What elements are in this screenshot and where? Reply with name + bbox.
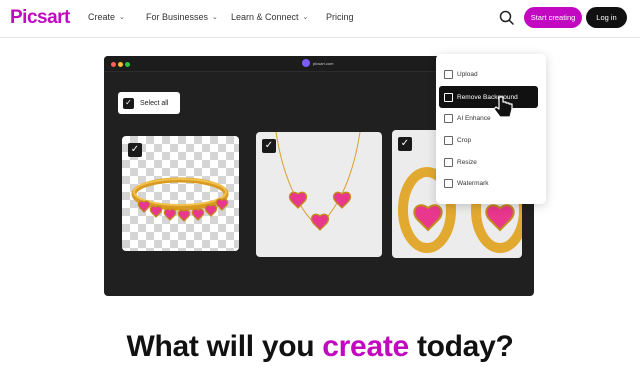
top-nav: Picsart Create ⌄ For Businesses ⌄ Learn … bbox=[0, 0, 640, 38]
chevron-down-icon: ⌄ bbox=[212, 14, 218, 21]
menu-item-ai-enhance[interactable]: AI Enhance bbox=[444, 110, 491, 126]
picsart-mark-icon bbox=[302, 59, 310, 67]
window-title: picsart.com bbox=[302, 59, 333, 67]
checkbox-checked-icon[interactable]: ✓ bbox=[128, 143, 142, 157]
image-card-ring[interactable]: ✓ bbox=[122, 136, 239, 251]
close-dot bbox=[111, 62, 116, 67]
window-title-text: picsart.com bbox=[313, 60, 334, 66]
menu-item-label: Crop bbox=[457, 136, 472, 144]
maximize-dot bbox=[125, 62, 130, 67]
menu-item-label: Resize bbox=[457, 158, 477, 166]
watermark-icon bbox=[444, 178, 453, 188]
headline-prefix: What will you bbox=[126, 330, 323, 363]
crop-icon bbox=[444, 135, 453, 145]
nav-for-businesses[interactable]: For Businesses ⌄ bbox=[146, 12, 218, 22]
nav-create[interactable]: Create ⌄ bbox=[88, 12, 125, 22]
menu-item-label: Watermark bbox=[457, 179, 489, 187]
menu-item-remove-background[interactable]: Remove Background bbox=[439, 86, 538, 108]
menu-item-upload[interactable]: Upload bbox=[444, 66, 478, 82]
upload-icon bbox=[444, 69, 453, 79]
menu-item-label: Upload bbox=[457, 70, 478, 78]
checkbox-checked-icon[interactable]: ✓ bbox=[398, 137, 412, 151]
action-menu: Upload Remove Background AI Enhance Crop… bbox=[436, 54, 546, 204]
nav-learn-connect-label: Learn & Connect bbox=[231, 12, 299, 22]
picsart-logo[interactable]: Picsart bbox=[10, 7, 70, 29]
checkbox-checked-icon: ✓ bbox=[123, 97, 134, 109]
chevron-down-icon: ⌄ bbox=[302, 14, 309, 21]
chevron-down-icon: ⌄ bbox=[119, 14, 125, 21]
menu-item-crop[interactable]: Crop bbox=[444, 132, 471, 148]
start-creating-button[interactable]: Start creating bbox=[524, 7, 582, 28]
nav-pricing-label: Pricing bbox=[326, 12, 354, 22]
headline-suffix: today? bbox=[408, 330, 514, 363]
headline-accent: create bbox=[322, 330, 409, 363]
minimize-dot bbox=[118, 62, 123, 67]
menu-item-label: AI Enhance bbox=[457, 114, 491, 122]
image-card-necklace[interactable]: ✓ bbox=[256, 132, 382, 257]
select-all-label: Select all bbox=[140, 99, 169, 107]
menu-item-watermark[interactable]: Watermark bbox=[444, 175, 489, 191]
hand-cursor-icon bbox=[493, 96, 513, 118]
remove-bg-icon bbox=[444, 92, 453, 102]
nav-pricing[interactable]: Pricing bbox=[326, 12, 354, 22]
nav-for-businesses-label: For Businesses bbox=[146, 12, 209, 22]
menu-item-resize[interactable]: Resize bbox=[444, 154, 477, 170]
search-icon[interactable] bbox=[498, 9, 516, 27]
select-all-button[interactable]: ✓ Select all bbox=[118, 92, 180, 114]
resize-icon bbox=[444, 157, 453, 167]
checkbox-checked-icon[interactable]: ✓ bbox=[262, 139, 276, 153]
nav-learn-connect[interactable]: Learn & Connect ⌄ bbox=[231, 12, 308, 22]
enhance-icon bbox=[444, 113, 453, 123]
nav-create-label: Create bbox=[88, 12, 116, 22]
log-in-button[interactable]: Log in bbox=[586, 7, 627, 28]
hero-headline: What will you create today? bbox=[0, 330, 640, 364]
